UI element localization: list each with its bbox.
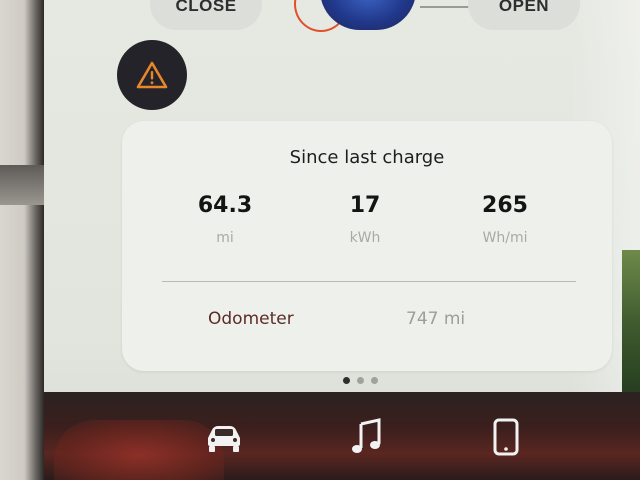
stat-energy: 17 kWh: [305, 193, 425, 246]
open-button[interactable]: OPEN: [468, 0, 580, 30]
warning-icon: [136, 61, 168, 89]
stat-unit: kWh: [349, 230, 381, 246]
stat-efficiency: 265 Wh/mi: [445, 193, 565, 246]
stat-value: 17: [349, 193, 381, 218]
stat-value: 64.3: [197, 193, 253, 218]
divider: [162, 281, 576, 282]
stat-value: 265: [482, 193, 528, 218]
page-indicator[interactable]: [343, 377, 378, 384]
close-button-label: CLOSE: [175, 0, 237, 15]
odometer-label: Odometer: [208, 309, 294, 329]
stat-distance: 64.3 mi: [165, 193, 285, 246]
trip-card: Since last charge 64.3 mi 17 kWh 265 Wh/…: [122, 121, 612, 371]
screen-bezel: [0, 0, 44, 480]
stat-unit: Wh/mi: [482, 230, 528, 246]
page-dot[interactable]: [371, 377, 378, 384]
connector-line: [420, 6, 470, 8]
reflection: [54, 420, 224, 480]
card-title: Since last charge: [289, 147, 445, 168]
open-button-label: OPEN: [498, 0, 550, 15]
odometer-value: 747 mi: [406, 309, 466, 329]
music-icon[interactable]: [349, 418, 385, 462]
page-dot[interactable]: [343, 377, 350, 384]
page-dot[interactable]: [357, 377, 364, 384]
phone-icon[interactable]: [492, 418, 520, 462]
car-icon[interactable]: [202, 418, 246, 462]
bezel-trim: [0, 165, 44, 205]
map-edge: [622, 250, 640, 400]
alert-button[interactable]: [117, 40, 187, 110]
stat-unit: mi: [216, 230, 234, 246]
touchscreen: CLOSE OPEN Since last charge 64.3 mi 17 …: [44, 0, 640, 480]
close-button[interactable]: CLOSE: [150, 0, 262, 30]
